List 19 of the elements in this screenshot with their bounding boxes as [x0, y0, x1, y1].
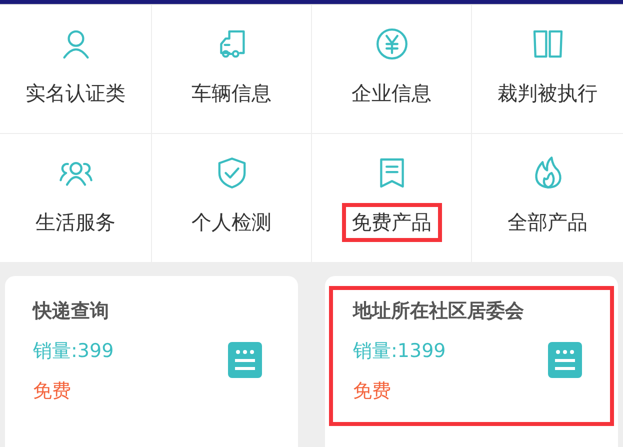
category-label[interactable]: 企业信息 — [342, 74, 442, 112]
product-card[interactable]: 快递查询 销量:399 免费 — [5, 276, 298, 447]
sales-count: 销量:1399 — [353, 339, 446, 364]
product-card[interactable]: 地址所在社区居委会 销量:1399 免费 — [325, 276, 618, 447]
category-label[interactable]: 裁判被执行 — [488, 74, 608, 112]
yen-coin-icon — [374, 26, 410, 62]
category-label[interactable]: 免费产品 — [342, 202, 442, 242]
price-label: 免费 — [33, 379, 71, 404]
document-icon — [548, 342, 582, 378]
document-icon — [228, 342, 262, 378]
category-label[interactable]: 个人检测 — [182, 202, 282, 242]
price-label: 免费 — [353, 379, 391, 404]
category-label[interactable]: 生活服务 — [26, 202, 126, 242]
sales-count: 销量:399 — [33, 339, 114, 364]
category-label[interactable]: 实名认证类 — [16, 74, 136, 112]
category-label[interactable]: 车辆信息 — [182, 74, 282, 112]
product-title: 地址所在社区居委会 — [353, 299, 524, 324]
category-label[interactable]: 全部产品 — [498, 202, 598, 242]
product-title: 快递查询 — [33, 299, 109, 324]
